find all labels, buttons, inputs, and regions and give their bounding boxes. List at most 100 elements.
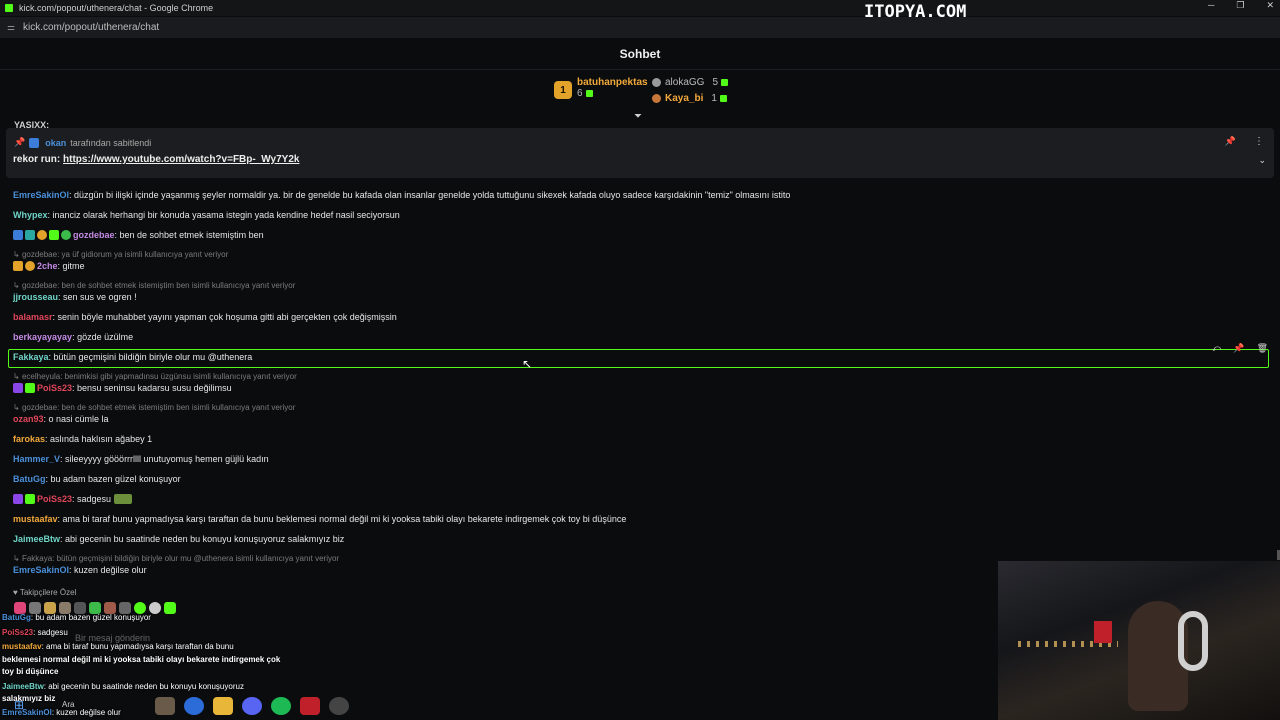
mouse-cursor-icon: ↖ <box>522 357 533 371</box>
delete-message-icon[interactable]: 🗑 <box>1257 343 1268 354</box>
windows-taskbar: ⊞ Ara <box>0 694 998 720</box>
chat-message[interactable]: Whypex: inanciz olarak herhangi bir konu… <box>13 210 400 220</box>
emote-icon[interactable] <box>164 602 176 614</box>
taskbar-search[interactable]: Ara <box>62 700 74 709</box>
chat-message[interactable]: BatuGg: bu adam bazen güzel konuşuyor <box>13 474 181 484</box>
turkish-flag <box>1094 621 1112 643</box>
chrome-icon[interactable] <box>184 697 204 715</box>
reply-context[interactable]: ↳ Fakkaya: bütün geçmişini bildiğin biri… <box>13 554 339 563</box>
unpin-button[interactable]: 📌 <box>1225 136 1236 147</box>
overlay-text: beklemesi normal değil mi ki yooksa tabi… <box>2 655 281 664</box>
address-bar[interactable]: ⚌ kick.com/popout/uthenera/chat <box>0 17 1280 38</box>
reply-context[interactable]: ↳ gozdebae: ben de sohbet etmek istemişt… <box>13 403 295 412</box>
windows-start-icon[interactable]: ⊞ <box>14 698 24 712</box>
overlay-message: toy bi düşünce <box>2 667 58 676</box>
message-username[interactable]: gozdebae <box>73 230 115 240</box>
message-text: : gözde üzülme <box>72 332 134 342</box>
pinned-by-suffix: tarafından sabitlendi <box>70 137 152 148</box>
chat-message[interactable]: PoiSs23: bensu seninsu kadarsu susu deği… <box>13 383 232 393</box>
message-username[interactable]: farokas <box>13 434 45 444</box>
overlay-message: BatuGg: bu adam bazen güzel konuşuyor <box>2 613 151 622</box>
chat-message[interactable]: JaimeeBtw: abi gecenin bu saatinde neden… <box>13 534 344 544</box>
discord-icon[interactable] <box>242 697 262 715</box>
pin-message-icon[interactable]: 📌 <box>1233 343 1244 354</box>
reply-context[interactable]: ↳ ecelheyula: benimkisi gibi yapmadınsu … <box>13 372 297 381</box>
chat-message[interactable]: berkayayayay: gözde üzülme <box>13 332 133 342</box>
message-username[interactable]: PoiSs23 <box>37 494 72 504</box>
minimize-button[interactable]: ─ <box>1208 0 1214 11</box>
message-text: : kuzen değilse olur <box>69 565 147 575</box>
leader-second[interactable]: alokaGG 5 <box>652 77 729 88</box>
message-username[interactable]: PoiSs23 <box>37 383 72 393</box>
chat-message[interactable]: gozdebae: ben de sohbet etmek istemiştim… <box>13 230 264 240</box>
chat-message[interactable]: balamasr: senin böyle muhabbet yayını ya… <box>13 312 397 322</box>
overlay-message: beklemesi normal değil mi ki yooksa tabi… <box>2 655 280 664</box>
message-username[interactable]: Hammer_V <box>13 454 60 464</box>
message-text: : gitme <box>57 261 85 271</box>
spotify-icon[interactable] <box>271 697 291 715</box>
message-username[interactable]: jjrousseau <box>13 292 58 302</box>
chat-message[interactable]: 2che: gitme <box>13 261 85 271</box>
gift-leaderboard: 1 batuhanpektas 6 alokaGG 5 Kaya_bi 1 <box>554 75 754 111</box>
reply-text: ecelheyula: benimkisi gibi yapmadınsu üz… <box>21 372 297 381</box>
message-text: : bu adam bazen güzel konuşuyor <box>45 474 181 484</box>
chat-message[interactable]: jjrousseau: sen sus ve ogren ! <box>13 292 137 302</box>
reply-context[interactable]: ↳ gozdebae: ya üf gidiorum ya isimli kul… <box>13 250 228 259</box>
message-username[interactable]: mustaafav <box>13 514 58 524</box>
obs-icon[interactable] <box>329 697 349 715</box>
window-title: kick.com/popout/uthenera/chat - Google C… <box>19 3 214 13</box>
pinned-more-button[interactable]: ⋮ <box>1254 136 1264 147</box>
pinned-by-user[interactable]: okan <box>45 138 66 148</box>
chat-message[interactable]: ozan93: o nasi cümle la <box>13 414 109 424</box>
message-username[interactable]: berkayayayay <box>13 332 72 342</box>
verified-badge-icon <box>61 230 71 240</box>
leader-second-name[interactable]: alokaGG <box>665 77 704 88</box>
message-username[interactable]: ozan93 <box>13 414 44 424</box>
message-text: : ama bi taraf bunu yapmadıysa karşı tar… <box>57 514 627 524</box>
pinned-link[interactable]: https://www.youtube.com/watch?v=FBp-_Wy7… <box>63 154 299 165</box>
expand-pinned-chevron-icon[interactable]: ⌄ <box>1258 155 1266 166</box>
reply-context[interactable]: ↳ gozdebae: ben de sohbet etmek istemişt… <box>13 281 295 290</box>
chat-message[interactable]: mustaafav: ama bi taraf bunu yapmadıysa … <box>13 514 626 524</box>
kick-gem-icon <box>719 94 727 102</box>
message-text: : inanciz olarak herhangi bir konuda yas… <box>47 210 400 220</box>
vip-badge-icon <box>25 230 35 240</box>
leader-first[interactable]: 1 batuhanpektas 6 <box>554 77 648 99</box>
message-username[interactable]: 2che <box>37 261 58 271</box>
restore-button[interactable]: ❐ <box>1236 0 1244 11</box>
app-icon[interactable] <box>300 697 320 715</box>
pepe-emote-icon <box>114 494 133 504</box>
url-text[interactable]: kick.com/popout/uthenera/chat <box>23 22 159 33</box>
app-thumbnail-icon[interactable] <box>155 697 175 715</box>
chat-header: Sohbet <box>0 38 1280 70</box>
file-explorer-icon[interactable] <box>213 697 233 715</box>
gift-badge-icon <box>25 261 35 271</box>
message-text: : bensu seninsu kadarsu susu değilimsu <box>72 383 232 393</box>
message-username[interactable]: EmreSakinOl <box>13 565 69 575</box>
chat-title: Sohbet <box>619 46 661 61</box>
message-username[interactable]: Whypex <box>13 210 48 220</box>
pinned-label: rekor run: <box>13 154 61 165</box>
chat-message[interactable]: farokas: aslında haklısın ağabey 1 <box>13 434 152 444</box>
collapse-leaderboard-icon[interactable]: ⏷ <box>634 111 642 122</box>
chat-message[interactable]: Hammer_V: sileeyyyy gööörrrllll unutuyom… <box>13 454 269 464</box>
message-username[interactable]: EmreSakinOl <box>13 190 69 200</box>
message-username[interactable]: BatuGg <box>13 474 46 484</box>
message-username[interactable]: JaimeeBtw <box>13 534 60 544</box>
reply-text: gozdebae: ben de sohbet etmek istemiştim… <box>21 281 296 290</box>
reply-icon[interactable]: ⤺ <box>1212 343 1222 354</box>
overlay-text: : sadgesu <box>33 628 68 637</box>
site-settings-icon[interactable]: ⚌ <box>7 22 17 33</box>
close-button[interactable]: ✕ <box>1266 0 1274 11</box>
browser-titlebar: kick.com/popout/uthenera/chat - Google C… <box>0 0 1280 16</box>
moderator-badge-icon <box>13 230 23 240</box>
chat-message[interactable]: EmreSakinOl: kuzen değilse olur <box>13 565 147 575</box>
message-username[interactable]: balamasr <box>13 312 53 322</box>
chat-message[interactable]: EmreSakinOl: düzgün bi ilişki içinde yaş… <box>13 190 790 200</box>
subscriber-badge-icon <box>25 383 35 393</box>
leader-first-name[interactable]: batuhanpektas <box>577 77 648 88</box>
leader-third[interactable]: Kaya_bi 1 <box>652 93 727 104</box>
chat-message[interactable]: PoiSs23: sadgesu <box>13 494 134 504</box>
leader-third-name[interactable]: Kaya_bi <box>665 93 703 104</box>
message-text: : düzgün bi ilişki içinde yaşanmış şeyle… <box>69 190 791 200</box>
